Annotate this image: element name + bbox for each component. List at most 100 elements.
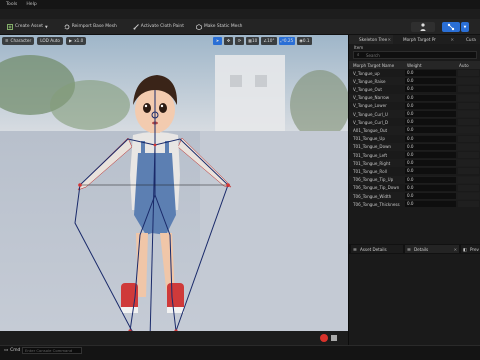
auto-checkbox[interactable] bbox=[458, 94, 479, 101]
column-weight[interactable]: Weight bbox=[407, 63, 422, 68]
close-icon[interactable]: ✕ bbox=[387, 37, 391, 42]
weight-field[interactable]: 0.0 bbox=[405, 176, 456, 183]
weight-field[interactable]: 0.0 bbox=[405, 94, 456, 101]
weight-field[interactable]: 0.0 bbox=[405, 168, 456, 175]
weight-field[interactable]: 0.0 bbox=[405, 119, 456, 126]
console-command-input[interactable]: Enter Console Command bbox=[22, 347, 82, 354]
auto-checkbox[interactable] bbox=[458, 143, 479, 150]
search-placeholder: Search bbox=[366, 52, 380, 58]
morph-target-row[interactable]: V_Tongue_Out 0.0 bbox=[349, 85, 480, 94]
auto-checkbox[interactable] bbox=[458, 176, 479, 183]
weight-field[interactable]: 0.0 bbox=[405, 102, 456, 109]
bones-icon bbox=[447, 23, 455, 31]
create-asset-label: Create Asset bbox=[15, 24, 43, 29]
reimport-base-mesh-button[interactable]: Reimport Base Mesh bbox=[61, 22, 120, 32]
morph-target-name: T01_Tongue_Up bbox=[353, 136, 386, 142]
weight-field[interactable]: 0.0 bbox=[405, 193, 456, 199]
make-static-mesh-button[interactable]: Make Static Mesh bbox=[193, 22, 245, 32]
auto-checkbox[interactable] bbox=[458, 201, 479, 208]
tab-morph-target-preview[interactable]: Morph Target Pr ✕ bbox=[393, 35, 456, 44]
weight-field[interactable]: 0.0 bbox=[405, 152, 456, 158]
weight-field[interactable]: 0.0 bbox=[405, 127, 456, 134]
auto-checkbox[interactable] bbox=[458, 127, 479, 134]
morph-target-row[interactable]: V_Tongue_Lower 0.0 bbox=[349, 101, 480, 110]
auto-checkbox[interactable] bbox=[458, 135, 479, 142]
weight-field[interactable]: 0.0 bbox=[405, 184, 456, 191]
search-input[interactable]: ⌕ Search bbox=[353, 51, 477, 59]
auto-checkbox[interactable] bbox=[458, 193, 479, 199]
morph-target-name: V_Tongue_Curl_D bbox=[353, 119, 388, 125]
morph-target-row[interactable]: V_Tongue_up 0.0 bbox=[349, 69, 480, 78]
morph-target-tab-label: Morph Target Pr bbox=[403, 37, 436, 42]
menu-help[interactable]: Help bbox=[26, 2, 36, 7]
morph-target-name: A01_Tongue_Out bbox=[353, 127, 388, 133]
morph-target-row[interactable]: T06_Tongue_Thickness 0.0 bbox=[349, 200, 480, 209]
weight-field[interactable]: 0.0 bbox=[405, 86, 456, 93]
grid-snap-value: 10 bbox=[251, 38, 258, 43]
activate-cloth-paint-button[interactable]: Activate Cloth Paint bbox=[130, 22, 187, 32]
morph-target-row[interactable]: T06_Tongue_Tip_Down 0.0 bbox=[349, 183, 480, 192]
auto-checkbox[interactable] bbox=[458, 160, 479, 167]
morph-target-name: V_Tongue_Out bbox=[353, 86, 382, 92]
weight-field[interactable]: 0.0 bbox=[405, 78, 456, 85]
auto-checkbox[interactable] bbox=[458, 168, 479, 175]
mode-dropdown[interactable]: ▼ bbox=[461, 22, 469, 32]
preview-icon: ◧ bbox=[463, 246, 467, 252]
auto-checkbox[interactable] bbox=[458, 102, 479, 109]
tab-details[interactable]: ☰ Details ✕ bbox=[405, 245, 459, 253]
create-asset-button[interactable]: Create Asset ▼ bbox=[4, 22, 51, 32]
character-button[interactable] bbox=[411, 22, 435, 32]
auto-checkbox[interactable] bbox=[458, 184, 479, 191]
auto-checkbox[interactable] bbox=[458, 70, 479, 76]
weight-field[interactable]: 0.0 bbox=[405, 70, 456, 76]
auto-checkbox[interactable] bbox=[458, 111, 479, 117]
morph-target-row[interactable]: V_Tongue_Narrow 0.0 bbox=[349, 93, 480, 102]
morph-target-row[interactable]: V_Tongue_Raise 0.0 bbox=[349, 77, 480, 86]
weight-field[interactable]: 0.0 bbox=[405, 160, 456, 167]
auto-checkbox[interactable] bbox=[458, 86, 479, 93]
morph-target-row[interactable]: T01_Tongue_Left 0.0 bbox=[349, 151, 480, 160]
playback-speed-button[interactable]: ▶ x1.0 bbox=[65, 36, 87, 45]
morph-target-row[interactable]: V_Tongue_Curl_D 0.0 bbox=[349, 118, 480, 127]
rotate-snap-button[interactable]: ∠ 10° bbox=[261, 36, 277, 45]
person-icon bbox=[420, 23, 426, 31]
morph-target-row[interactable]: T01_Tongue_Right 0.0 bbox=[349, 159, 480, 168]
scale-snap-button[interactable]: ⤢ 0.25 bbox=[278, 36, 296, 45]
cmd-button[interactable]: ▭ Cmd bbox=[4, 348, 20, 353]
close-icon[interactable]: ✕ bbox=[454, 247, 457, 252]
camera-speed-button[interactable]: ◉ 0.1 bbox=[297, 36, 312, 45]
morph-target-row[interactable]: A01_Tongue_Out 0.0 bbox=[349, 126, 480, 135]
tab-skeleton-tree[interactable]: Skeleton Tree ✕ bbox=[349, 35, 393, 44]
character-menu-button[interactable]: ≡ Character bbox=[2, 36, 35, 45]
weight-field[interactable]: 0.0 bbox=[405, 201, 456, 208]
close-icon[interactable]: ✕ bbox=[450, 37, 454, 42]
weight-field[interactable]: 0.0 bbox=[405, 111, 456, 117]
tab-preview-settings[interactable]: ◧ Prev bbox=[461, 245, 480, 253]
tab-asset-details[interactable]: ☰ Asset Details bbox=[351, 245, 403, 253]
preview-viewport[interactable]: ≡ Character LOD Auto ▶ x1.0 ➤ ✥ ⟳ ▦ 10 ∠… bbox=[0, 35, 348, 345]
lod-button[interactable]: LOD Auto bbox=[37, 36, 63, 45]
morph-target-row[interactable]: T01_Tongue_Roll 0.0 bbox=[349, 167, 480, 176]
grid-snap-button[interactable]: ▦ 10 bbox=[246, 36, 260, 45]
mode-button[interactable] bbox=[442, 22, 460, 32]
morph-target-name: T01_Tongue_Down bbox=[353, 144, 392, 150]
column-auto[interactable]: Auto bbox=[459, 63, 469, 68]
morph-target-row[interactable]: T01_Tongue_Up 0.0 bbox=[349, 134, 480, 143]
cloth-paint-label: Activate Cloth Paint bbox=[140, 24, 184, 29]
auto-checkbox[interactable] bbox=[458, 152, 479, 158]
morph-target-row[interactable]: V_Tongue_Curl_U 0.0 bbox=[349, 110, 480, 119]
select-tool-button[interactable]: ➤ bbox=[213, 36, 222, 45]
morph-target-row[interactable]: T01_Tongue_Down 0.0 bbox=[349, 142, 480, 151]
weight-field[interactable]: 0.0 bbox=[405, 143, 456, 150]
morph-target-row[interactable]: T06_Tongue_Tip_Up 0.0 bbox=[349, 175, 480, 184]
tab-curve[interactable]: Cura bbox=[456, 35, 480, 44]
auto-checkbox[interactable] bbox=[458, 78, 479, 85]
weight-field[interactable]: 0.0 bbox=[405, 135, 456, 142]
auto-checkbox[interactable] bbox=[458, 119, 479, 126]
menu-tools[interactable]: Tools bbox=[6, 2, 17, 7]
scale-snap-value: 0.25 bbox=[283, 38, 294, 43]
morph-target-row[interactable]: T06_Tongue_Width 0.0 bbox=[349, 192, 480, 201]
rotate-tool-button[interactable]: ⟳ bbox=[235, 36, 244, 45]
move-tool-button[interactable]: ✥ bbox=[224, 36, 233, 45]
column-morph-target-name[interactable]: Morph Target Name bbox=[353, 63, 394, 68]
